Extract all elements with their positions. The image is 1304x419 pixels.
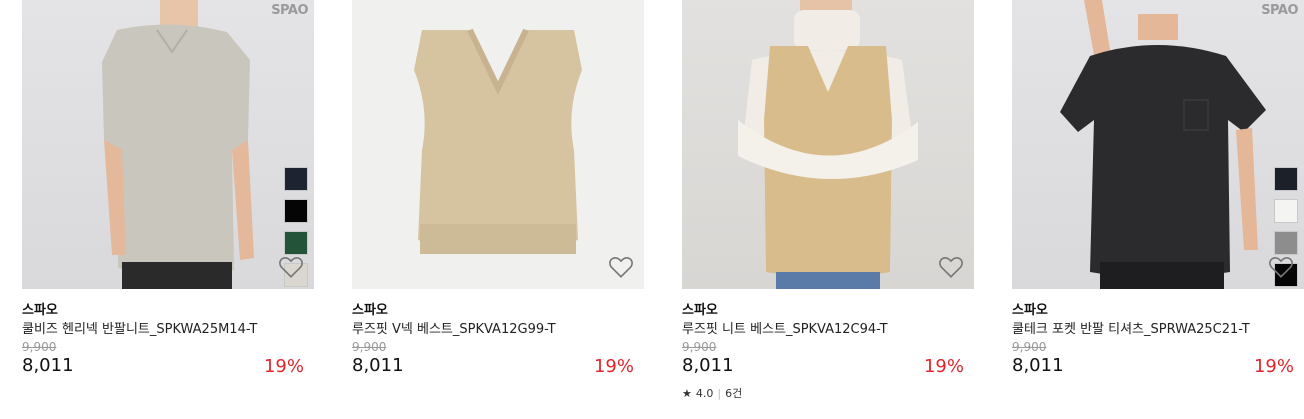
product-image[interactable] bbox=[352, 0, 644, 289]
original-price: 9,900 bbox=[22, 340, 57, 354]
discount-rate: 19% bbox=[263, 356, 304, 377]
original-price: 9,900 bbox=[682, 340, 717, 354]
product-photo-vneck-vest bbox=[414, 28, 582, 254]
product-name[interactable]: 루즈핏 V넥 베스트_SPKVA12G99-T bbox=[352, 318, 644, 337]
rating-value: 4.0 bbox=[695, 386, 714, 400]
rating-summary: ★ 4.0 | 6건 bbox=[682, 385, 974, 401]
product-image[interactable] bbox=[682, 0, 974, 289]
review-count: 6건 bbox=[725, 387, 743, 400]
product-card[interactable]: 스파오 루즈핏 니트 베스트_SPKVA12C94-T 9,900 8,011 … bbox=[682, 0, 974, 401]
product-image[interactable]: SPAO bbox=[1012, 0, 1304, 289]
product-photo-model-knit-vest bbox=[738, 0, 918, 289]
product-name[interactable]: 쿨테크 포켓 반팔 티셔츠_SPRWA25C21-T bbox=[1012, 318, 1304, 337]
product-photo-model-pocket-tee bbox=[1060, 0, 1266, 289]
original-price: 9,900 bbox=[1012, 340, 1047, 354]
color-swatch-navy[interactable] bbox=[1274, 167, 1298, 191]
heart-outline-icon[interactable] bbox=[938, 255, 964, 279]
sale-price: 8,011 bbox=[1012, 355, 1064, 376]
product-card[interactable]: SPAO 스파오 쿨비즈 헨리넥 반팔니트_SPKWA25M14-T 9,900… bbox=[22, 0, 314, 379]
brand-logo: SPAO bbox=[271, 3, 308, 18]
brand-name: 스파오 bbox=[352, 303, 388, 318]
divider: | bbox=[717, 386, 722, 400]
sale-price: 8,011 bbox=[22, 355, 74, 376]
heart-outline-icon[interactable] bbox=[608, 255, 634, 279]
product-image[interactable]: SPAO bbox=[22, 0, 314, 289]
product-card[interactable]: 스파오 루즈핏 V넥 베스트_SPKVA12G99-T 9,900 8,011 … bbox=[352, 0, 644, 379]
discount-rate: 19% bbox=[1253, 356, 1294, 377]
color-swatch-black[interactable] bbox=[284, 199, 308, 223]
heart-outline-icon[interactable] bbox=[1268, 255, 1294, 279]
discount-rate: 19% bbox=[923, 356, 964, 377]
brand-name: 스파오 bbox=[22, 303, 58, 318]
original-price: 9,900 bbox=[352, 340, 387, 354]
brand-logo: SPAO bbox=[1261, 3, 1298, 18]
color-swatch-green[interactable] bbox=[284, 231, 308, 255]
product-name[interactable]: 쿨비즈 헨리넥 반팔니트_SPKWA25M14-T bbox=[22, 318, 314, 337]
heart-outline-icon[interactable] bbox=[278, 255, 304, 279]
product-card[interactable]: SPAO 스파오 쿨테크 포켓 반팔 티셔츠_SPRWA25C21-T 9,90… bbox=[1012, 0, 1304, 379]
color-swatch-grey[interactable] bbox=[1274, 231, 1298, 255]
color-swatch-navy[interactable] bbox=[284, 167, 308, 191]
color-swatch-white[interactable] bbox=[1274, 199, 1298, 223]
sale-price: 8,011 bbox=[352, 355, 404, 376]
brand-name: 스파오 bbox=[682, 303, 718, 318]
product-photo-model-henley bbox=[102, 0, 254, 289]
star-icon: ★ bbox=[682, 386, 692, 400]
brand-name: 스파오 bbox=[1012, 303, 1048, 318]
sale-price: 8,011 bbox=[682, 355, 734, 376]
product-name[interactable]: 루즈핏 니트 베스트_SPKVA12C94-T bbox=[682, 318, 974, 337]
discount-rate: 19% bbox=[593, 356, 634, 377]
